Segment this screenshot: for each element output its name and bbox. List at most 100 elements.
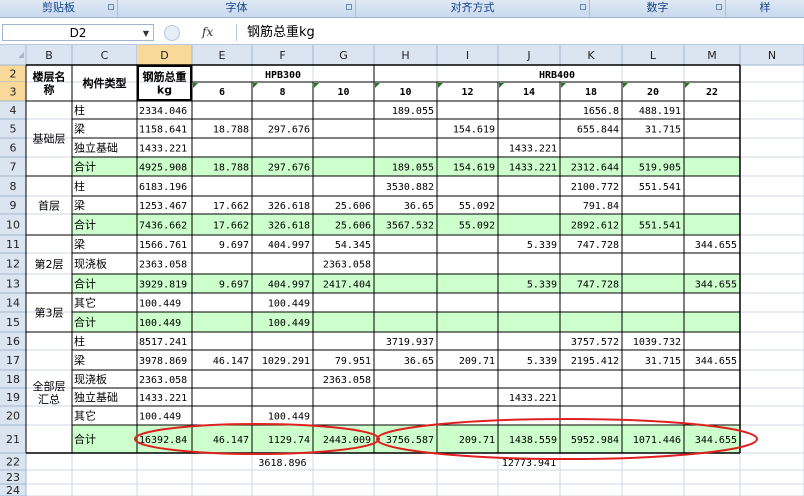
weight-cell-k[interactable]: 5952.984 xyxy=(571,435,619,446)
weight-cell-g[interactable]: 25.606 xyxy=(335,221,371,232)
weight-cell-i[interactable]: 209.71 xyxy=(459,435,495,446)
total-weight-cell[interactable]: 2334.046 xyxy=(139,106,187,117)
component-type-cell[interactable]: 独立基础 xyxy=(74,390,118,404)
weight-cell-j[interactable]: 1438.559 xyxy=(509,435,557,446)
weight-cell-g[interactable]: 2417.404 xyxy=(323,280,371,291)
column-header-g[interactable]: G xyxy=(339,49,348,62)
component-type-cell[interactable]: 现浇板 xyxy=(74,257,107,271)
weight-cell-e[interactable]: 46.147 xyxy=(213,435,249,446)
component-type-cell[interactable]: 柱 xyxy=(74,179,85,193)
weight-cell-l[interactable]: 1039.732 xyxy=(633,337,681,348)
weight-cell-g[interactable]: 79.951 xyxy=(335,356,371,367)
total-weight-cell[interactable]: 1433.221 xyxy=(139,144,187,155)
column-header-h[interactable]: H xyxy=(401,49,409,62)
total-weight-cell[interactable]: 100.449 xyxy=(139,412,181,423)
total-weight-cell[interactable]: 100.449 xyxy=(139,299,181,310)
weight-cell-f[interactable]: 100.449 xyxy=(268,318,310,329)
weight-cell-k[interactable]: 791.84 xyxy=(583,201,619,212)
weight-cell-m[interactable]: 344.655 xyxy=(695,240,737,251)
weight-cell-k[interactable]: 2312.644 xyxy=(571,163,619,174)
row-header-3[interactable]: 3 xyxy=(10,86,17,99)
weight-cell-h[interactable]: 3567.532 xyxy=(386,221,434,232)
weight-cell-f[interactable]: 100.449 xyxy=(268,412,310,423)
weight-cell-l[interactable]: 31.715 xyxy=(645,125,681,136)
row-header-10[interactable]: 10 xyxy=(6,219,20,232)
row-header-20[interactable]: 20 xyxy=(6,410,20,423)
weight-cell-g[interactable]: 2443.009 xyxy=(323,435,371,446)
row-header-17[interactable]: 17 xyxy=(6,354,20,367)
row-header-24[interactable]: 24 xyxy=(6,484,20,496)
component-type-cell[interactable]: 梁 xyxy=(74,353,85,367)
weight-cell-l[interactable]: 488.191 xyxy=(639,106,681,117)
weight-cell-f[interactable]: 100.449 xyxy=(268,299,310,310)
component-type-cell[interactable]: 其它 xyxy=(74,409,96,423)
weight-cell-g[interactable]: 54.345 xyxy=(335,240,371,251)
weight-cell-j[interactable]: 1433.221 xyxy=(509,393,557,404)
column-header-c[interactable]: C xyxy=(101,49,109,62)
weight-cell-f[interactable]: 326.618 xyxy=(268,221,310,232)
weight-cell-j[interactable]: 5.339 xyxy=(527,356,557,367)
row-header-13[interactable]: 13 xyxy=(6,278,20,291)
total-weight-cell[interactable]: 1158.641 xyxy=(139,125,187,136)
component-type-cell[interactable]: 独立基础 xyxy=(74,141,118,155)
total-weight-cell[interactable]: 2363.058 xyxy=(139,375,187,386)
column-header-k[interactable]: K xyxy=(587,49,595,62)
component-type-cell[interactable]: 梁 xyxy=(74,237,85,251)
component-type-cell[interactable]: 柱 xyxy=(74,103,85,117)
weight-cell-f[interactable]: 297.676 xyxy=(268,125,310,136)
column-header-f[interactable]: F xyxy=(279,49,285,62)
weight-cell-h[interactable]: 3719.937 xyxy=(386,337,434,348)
component-type-cell[interactable]: 合计 xyxy=(74,160,96,174)
weight-cell-k[interactable]: 2100.772 xyxy=(571,182,619,193)
weight-cell-h[interactable]: 3756.587 xyxy=(386,435,434,446)
weight-cell-l[interactable]: 519.905 xyxy=(639,163,681,174)
row-header-15[interactable]: 15 xyxy=(6,316,20,329)
weight-cell-m[interactable]: 344.655 xyxy=(695,356,737,367)
row-header-5[interactable]: 5 xyxy=(10,123,17,136)
component-type-cell[interactable]: 梁 xyxy=(74,198,85,212)
row-header-16[interactable]: 16 xyxy=(6,335,20,348)
weight-cell-i[interactable]: 209.71 xyxy=(459,356,495,367)
weight-cell-f[interactable]: 1029.291 xyxy=(262,356,310,367)
total-weight-cell[interactable]: 1566.761 xyxy=(139,240,187,251)
weight-cell-f[interactable]: 1129.74 xyxy=(268,435,310,446)
row-header-14[interactable]: 14 xyxy=(6,297,20,310)
weight-cell-e[interactable]: 9.697 xyxy=(219,280,249,291)
row-header-19[interactable]: 19 xyxy=(6,391,20,404)
total-weight-cell[interactable]: 1253.467 xyxy=(139,201,187,212)
weight-cell-l[interactable]: 551.541 xyxy=(639,182,681,193)
column-header-n[interactable]: N xyxy=(768,49,776,62)
weight-cell-l[interactable]: 551.541 xyxy=(639,221,681,232)
weight-cell-k[interactable]: 2892.612 xyxy=(571,221,619,232)
row-header-21[interactable]: 21 xyxy=(6,433,20,446)
weight-cell-k[interactable]: 747.728 xyxy=(577,280,619,291)
weight-cell-f[interactable]: 297.676 xyxy=(268,163,310,174)
total-weight-cell[interactable]: 1433.221 xyxy=(139,393,187,404)
row-header-11[interactable]: 11 xyxy=(6,238,20,251)
weight-cell-e[interactable]: 46.147 xyxy=(213,356,249,367)
row-header-4[interactable]: 4 xyxy=(10,104,17,117)
row-header-6[interactable]: 6 xyxy=(10,142,17,155)
weight-cell-f[interactable]: 404.997 xyxy=(268,280,310,291)
weight-cell-i[interactable]: 154.619 xyxy=(453,125,495,136)
weight-cell-h[interactable]: 189.055 xyxy=(392,163,434,174)
column-header-b[interactable]: B xyxy=(45,49,53,62)
weight-cell-h[interactable]: 189.055 xyxy=(392,106,434,117)
weight-cell-m[interactable]: 344.655 xyxy=(695,280,737,291)
column-header-d[interactable]: D xyxy=(160,49,168,62)
weight-cell-f[interactable]: 326.618 xyxy=(268,201,310,212)
weight-cell-e[interactable]: 18.788 xyxy=(213,163,249,174)
total-weight-cell[interactable]: 100.449 xyxy=(139,318,181,329)
column-header-e[interactable]: E xyxy=(219,49,226,62)
weight-cell-h[interactable]: 36.65 xyxy=(404,201,434,212)
weight-cell-j[interactable]: 5.339 xyxy=(527,240,557,251)
total-weight-cell[interactable]: 8517.241 xyxy=(139,337,187,348)
total-weight-cell[interactable]: 3978.869 xyxy=(139,356,187,367)
weight-cell-i[interactable]: 55.092 xyxy=(459,201,495,212)
weight-cell-h[interactable]: 36.65 xyxy=(404,356,434,367)
component-type-cell[interactable]: 现浇板 xyxy=(74,372,107,386)
weight-cell-e[interactable]: 18.788 xyxy=(213,125,249,136)
spreadsheet-grid[interactable]: B C D E F G H I J K L M N234567891011121314151617181… xyxy=(0,0,804,496)
column-header-i[interactable]: I xyxy=(466,49,469,62)
weight-cell-i[interactable]: 154.619 xyxy=(453,163,495,174)
